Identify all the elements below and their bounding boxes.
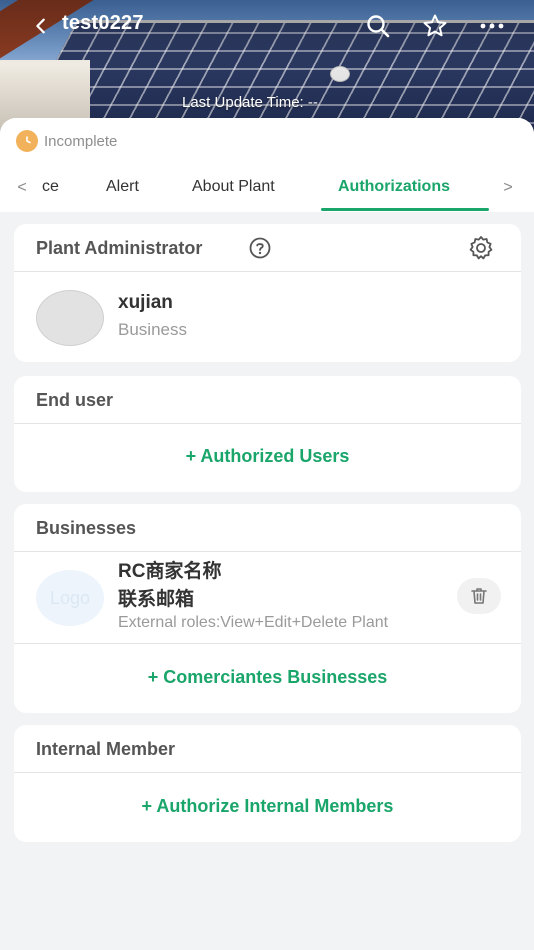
tab-bar: < ce Alert About Plant Authorizations > [0,168,534,212]
gear-icon[interactable] [467,234,495,262]
business-email: 联系邮箱 [118,589,195,610]
favorite-button[interactable] [419,10,451,42]
trash-icon [471,588,487,604]
search-icon [367,15,390,38]
add-authorized-users-button[interactable]: + Authorized Users [14,446,521,467]
status-label: Incomplete [44,132,118,150]
status-badge: Incomplete [16,130,117,152]
more-button[interactable] [476,10,508,42]
back-button[interactable] [28,13,54,39]
clock-icon [16,130,38,152]
tab-partial[interactable]: ce [42,178,59,196]
plant-admin-title: Plant Administrator [36,238,203,258]
page-title: test0227 [62,12,144,34]
internal-member-card: Internal Member + Authorize Internal Mem… [14,725,521,842]
tab-scroll-left-icon[interactable]: < [12,178,32,198]
businesses-card: Businesses Logo RC商家名称 联系邮箱 External rol… [14,504,521,713]
plant-admin-card: Plant Administrator xujian Business [14,224,521,362]
end-user-title: End user [36,390,114,410]
add-businesses-button[interactable]: + Comerciantes Businesses [14,667,521,688]
admin-row: xujian Business [14,272,521,362]
help-icon[interactable] [248,236,272,260]
business-roles: External roles:View+Edit+Delete Plant [118,614,389,631]
active-tab-indicator [321,208,489,211]
end-user-card: End user + Authorized Users [14,376,521,492]
delete-business-button[interactable] [457,578,501,614]
businesses-title: Businesses [36,518,137,538]
avatar [36,290,104,346]
admin-name: xujian [118,292,173,313]
internal-member-title: Internal Member [36,739,176,759]
top-bar: test0227 [0,0,534,52]
admin-role: Business [118,320,187,339]
search-button[interactable] [362,10,394,42]
tab-scroll-right-icon[interactable]: > [498,178,518,198]
more-horizontal-icon [480,23,504,29]
authorize-internal-members-button[interactable]: + Authorize Internal Members [14,796,521,817]
tab-alert[interactable]: Alert [106,178,139,196]
star-icon [423,14,447,37]
last-update-time: Last Update Time: -- [182,94,318,111]
list-item: Logo RC商家名称 联系邮箱 External roles:View+Edi… [14,552,521,644]
business-logo: Logo [36,570,104,626]
content-sheet: Incomplete < ce Alert About Plant Author… [0,118,534,950]
chevron-left-icon [36,18,45,34]
tab-about-plant[interactable]: About Plant [192,178,275,196]
tab-authorizations[interactable]: Authorizations [338,178,450,196]
business-name: RC商家名称 [118,561,222,582]
